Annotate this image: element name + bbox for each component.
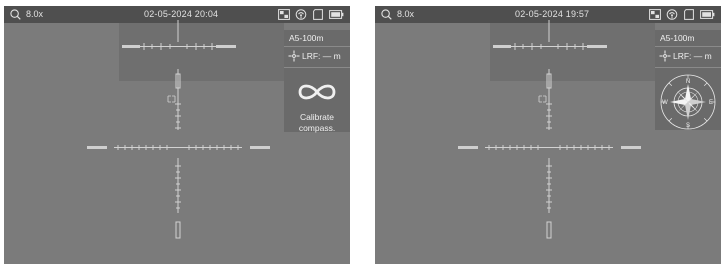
scope-screen-right: 8.0x 02-05-2024 19:57 A5-100m LRF: — m N… (375, 6, 721, 264)
scope-screen-left: 8.0x 02-05-2024 20:04 A5-100m LRF: — m C… (4, 6, 350, 264)
rangefinder-icon (288, 50, 300, 62)
info-panel: A5-100m LRF: — m N E S W (655, 30, 721, 130)
calibrate-line-2: compass. (298, 123, 336, 133)
figure-eight-icon (298, 84, 336, 100)
panel-divider (655, 67, 721, 68)
profile-label: A5-100m (289, 33, 324, 43)
lrf-reading: LRF: — m (673, 51, 712, 61)
rangefinder-icon (659, 50, 671, 62)
compass-north-label: N (686, 79, 690, 85)
panel-divider (284, 67, 350, 68)
profile-label: A5-100m (660, 33, 695, 43)
panel-divider (284, 46, 350, 47)
compass-east-label: E (709, 100, 713, 106)
calibrate-line-1: Calibrate (299, 112, 335, 122)
compass-icon: N E S W (660, 74, 716, 130)
compass-south-label: S (686, 123, 690, 129)
calibrate-compass-message: Calibrate compass. (284, 112, 350, 134)
lrf-reading: LRF: — m (302, 51, 341, 61)
info-panel: A5-100m LRF: — m Calibrate compass. (284, 30, 350, 134)
panel-divider (655, 46, 721, 47)
compass-west-label: W (662, 100, 668, 106)
